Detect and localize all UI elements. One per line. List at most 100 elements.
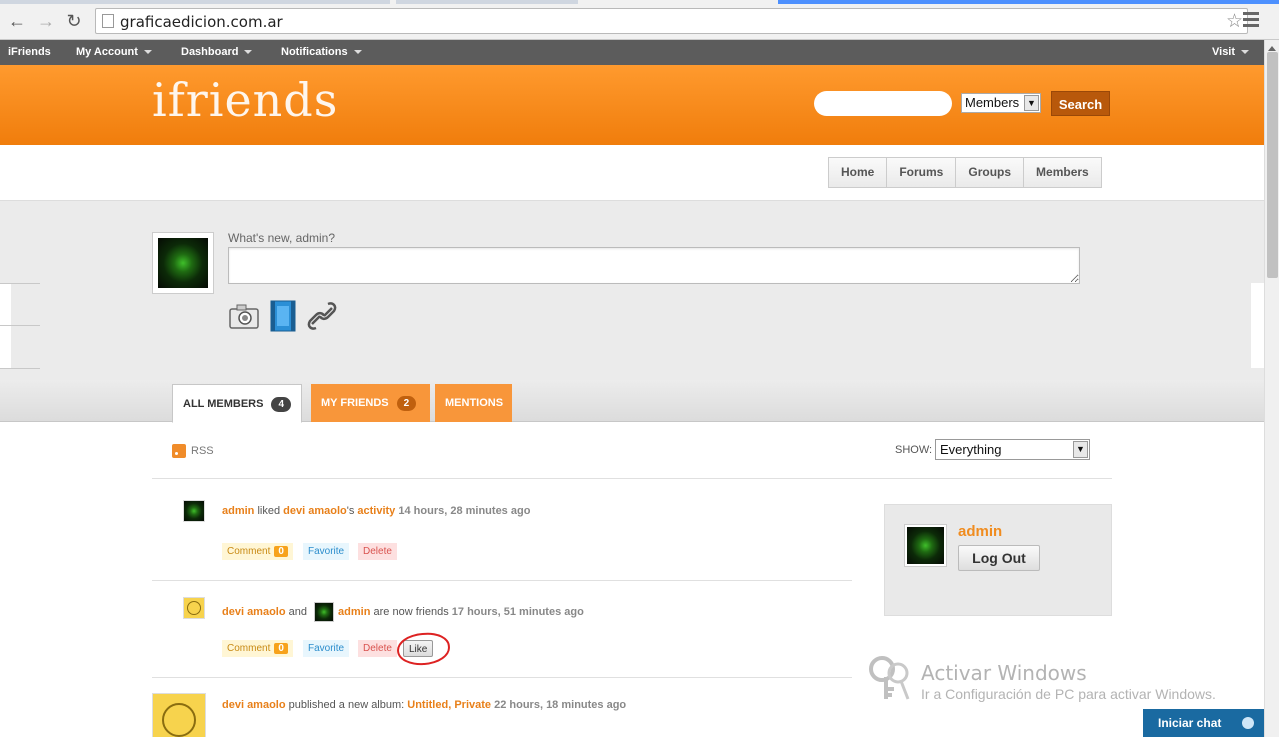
- logout-button[interactable]: Log Out: [958, 545, 1040, 571]
- camera-icon[interactable]: [228, 300, 260, 332]
- chevron-down-icon: [1241, 50, 1250, 55]
- right-panel-strip: [1251, 283, 1264, 368]
- tab-my-friends[interactable]: My Friends 2: [311, 384, 430, 422]
- show-filter-value: Everything: [940, 442, 1002, 457]
- chevron-down-icon: ▼: [1024, 95, 1039, 111]
- search-scope-select[interactable]: Members ▼: [961, 93, 1041, 113]
- tab-label: My Friends: [321, 397, 389, 409]
- browser-menu-icon[interactable]: [1243, 12, 1259, 30]
- site-logo[interactable]: ifriends: [152, 73, 338, 127]
- smiley-icon: [162, 703, 196, 737]
- tab-strip: [0, 0, 1279, 4]
- browser-tab-1[interactable]: [0, 0, 390, 4]
- sidebar-username[interactable]: admin: [958, 523, 1002, 540]
- nav-groups[interactable]: Groups: [956, 158, 1025, 187]
- activity-text: 's: [346, 505, 358, 517]
- actor-link[interactable]: devi amaolo: [222, 699, 286, 711]
- chevron-down-icon: [244, 50, 253, 55]
- nav-home[interactable]: Home: [829, 158, 888, 187]
- count-badge: 2: [396, 395, 417, 411]
- timestamp[interactable]: 22 hours, 18 minutes ago: [494, 699, 626, 711]
- favorite-button[interactable]: Favorite: [303, 640, 350, 657]
- comment-button[interactable]: Comment 0: [222, 640, 293, 657]
- chat-label: Iniciar chat: [1158, 716, 1222, 730]
- adminbar-notifications[interactable]: Notifications: [281, 46, 362, 58]
- activity-item: devi amaolo published a new album: Untit…: [222, 699, 626, 711]
- user-link[interactable]: devi amaolo: [283, 505, 347, 517]
- tab-all-members[interactable]: All Members 4: [172, 384, 303, 423]
- address-bar[interactable]: graficaedicion.com.ar ☆: [95, 8, 1248, 34]
- chevron-down-icon: [353, 50, 362, 55]
- video-icon[interactable]: [267, 300, 299, 332]
- site-header: ifriends Members ▼ Search: [0, 65, 1264, 145]
- count-badge: 4: [271, 396, 292, 412]
- browser-tab-3[interactable]: [778, 0, 1279, 4]
- rss-label: RSS: [191, 444, 214, 457]
- timestamp[interactable]: 14 hours, 28 minutes ago: [398, 505, 530, 517]
- start-chat-button[interactable]: Iniciar chat: [1143, 709, 1265, 737]
- red-highlight-circle: [395, 631, 452, 667]
- adminbar-visit[interactable]: Visit: [1212, 46, 1250, 58]
- url-text[interactable]: graficaedicion.com.ar: [120, 13, 283, 31]
- link-icon[interactable]: [306, 300, 338, 332]
- show-filter-label: SHOW:: [895, 444, 933, 456]
- smiley-icon: [187, 601, 201, 615]
- search-input[interactable]: [814, 91, 952, 116]
- chevron-down-icon: [143, 50, 152, 55]
- admin-bar: iFriends My Account Dashboard Notificati…: [0, 40, 1264, 65]
- actor-link[interactable]: admin: [222, 505, 254, 517]
- reload-icon[interactable]: ↻: [63, 10, 85, 32]
- back-icon[interactable]: ←: [6, 10, 28, 32]
- adminbar-brand[interactable]: iFriends: [8, 46, 51, 58]
- browser-toolbar: ← → ↻ graficaedicion.com.ar ☆: [0, 0, 1279, 40]
- rss-link[interactable]: RSS: [172, 444, 214, 458]
- friend-link[interactable]: admin: [338, 606, 370, 618]
- user-avatar[interactable]: [152, 232, 214, 294]
- timestamp[interactable]: 17 hours, 51 minutes ago: [452, 606, 584, 618]
- tab-mentions[interactable]: Mentions: [435, 384, 512, 422]
- activity-text: published a new album:: [285, 699, 408, 711]
- browser-tab-2[interactable]: [396, 0, 578, 4]
- delete-button[interactable]: Delete: [358, 543, 397, 560]
- tab-label: Mentions: [445, 397, 504, 409]
- bookmark-star-icon[interactable]: ☆: [1226, 10, 1243, 33]
- comment-count: 0: [274, 546, 288, 557]
- whats-new-textarea[interactable]: [228, 247, 1080, 284]
- search-scope-value: Members: [965, 95, 1020, 110]
- sidebar-avatar[interactable]: [904, 524, 947, 567]
- nav-members[interactable]: Members: [1024, 158, 1101, 187]
- rss-icon: [172, 444, 186, 458]
- whats-new-label: What's new, admin?: [228, 231, 336, 245]
- avatar[interactable]: [314, 602, 335, 622]
- forward-icon[interactable]: →: [35, 10, 57, 32]
- comment-count: 0: [274, 643, 288, 654]
- show-filter-select[interactable]: Everything ▼: [935, 439, 1090, 460]
- activity-text: and: [285, 605, 311, 618]
- activity-item: admin liked devi amaolo's activity 14 ho…: [222, 505, 530, 517]
- tab-label: All Members: [183, 398, 264, 410]
- comment-button[interactable]: Comment 0: [222, 543, 293, 560]
- avatar[interactable]: [152, 693, 206, 737]
- activity-text: liked: [254, 505, 284, 517]
- album-link[interactable]: Untitled: [407, 699, 448, 711]
- page-scrollbar[interactable]: [1264, 40, 1279, 737]
- page-icon: [102, 14, 114, 28]
- nav-forums[interactable]: Forums: [887, 158, 957, 187]
- divider: [152, 478, 1112, 479]
- activity-link[interactable]: activity: [357, 505, 395, 517]
- delete-button[interactable]: Delete: [358, 640, 397, 657]
- divider: [0, 368, 40, 369]
- scrollbar-thumb[interactable]: [1267, 52, 1278, 278]
- search-button[interactable]: Search: [1051, 91, 1110, 116]
- avatar-image: [907, 527, 944, 564]
- adminbar-dashboard[interactable]: Dashboard: [181, 46, 253, 58]
- scroll-up-icon[interactable]: [1268, 46, 1276, 51]
- adminbar-my-account[interactable]: My Account: [76, 46, 152, 58]
- favorite-button[interactable]: Favorite: [303, 543, 350, 560]
- main-nav: Home Forums Groups Members: [828, 157, 1102, 188]
- avatar[interactable]: [183, 597, 205, 619]
- privacy-link[interactable]: Private: [454, 699, 491, 711]
- user-sidebar: admin Log Out: [884, 504, 1112, 616]
- actor-link[interactable]: devi amaolo: [222, 606, 286, 618]
- avatar[interactable]: [183, 500, 205, 522]
